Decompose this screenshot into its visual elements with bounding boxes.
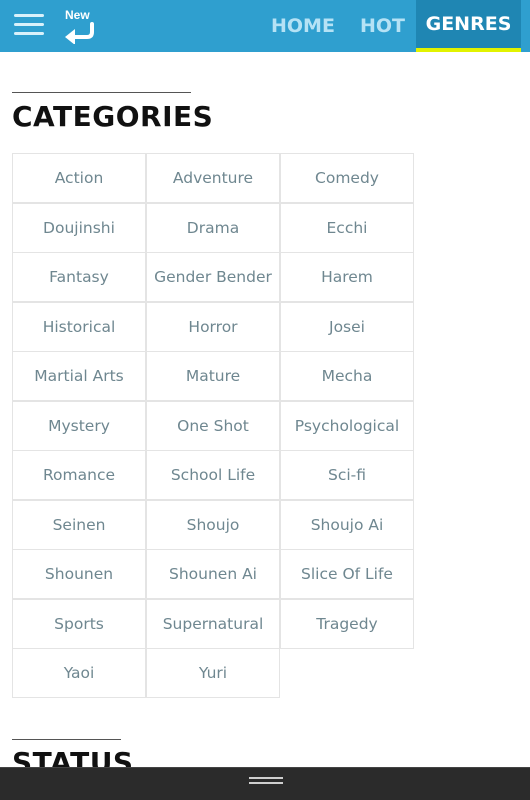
category-link[interactable]: Fantasy — [12, 252, 146, 302]
bottom-bar — [0, 767, 530, 800]
category-link[interactable]: Doujinshi — [12, 202, 146, 253]
hamburger-menu-icon[interactable] — [14, 12, 44, 38]
category-link[interactable]: Shounen — [12, 549, 146, 599]
category-link[interactable]: Mecha — [280, 351, 414, 401]
category-link[interactable]: Comedy — [280, 153, 414, 203]
category-link[interactable]: School Life — [146, 450, 280, 500]
nav-tab-home[interactable]: HOME — [271, 0, 335, 52]
new-button[interactable]: New — [60, 6, 102, 46]
category-link[interactable]: Sci-fi — [280, 450, 414, 500]
category-link[interactable]: Historical — [12, 301, 146, 352]
category-link[interactable]: Martial Arts — [12, 351, 146, 401]
categories-divider — [12, 92, 191, 93]
category-link[interactable]: Action — [12, 153, 146, 203]
category-link[interactable]: Tragedy — [280, 598, 414, 649]
category-link[interactable]: Slice Of Life — [280, 549, 414, 599]
category-link[interactable]: Mystery — [12, 400, 146, 451]
category-link[interactable]: Sports — [12, 598, 146, 649]
new-label: New — [65, 8, 90, 22]
categories-title: CATEGORIES — [12, 100, 214, 133]
category-link[interactable]: One Shot — [146, 400, 280, 451]
category-link[interactable]: Psychological — [280, 400, 414, 451]
back-arrow-icon — [65, 22, 94, 44]
nav-tab-genres[interactable]: GENRES — [416, 0, 521, 52]
category-link[interactable]: Romance — [12, 450, 146, 500]
app-header: New HOME HOT GENRES — [0, 0, 530, 52]
category-link[interactable]: Shounen Ai — [146, 549, 280, 599]
category-link[interactable]: Yuri — [146, 648, 280, 698]
status-divider — [12, 739, 121, 740]
category-link[interactable]: Horror — [146, 301, 280, 352]
category-link[interactable]: Drama — [146, 202, 280, 253]
nav-tab-hot[interactable]: HOT — [360, 0, 405, 52]
category-link[interactable]: Supernatural — [146, 598, 280, 649]
category-link[interactable]: Shoujo — [146, 499, 280, 550]
category-link[interactable]: Mature — [146, 351, 280, 401]
category-link[interactable]: Adventure — [146, 153, 280, 203]
category-link[interactable]: Ecchi — [280, 202, 414, 253]
category-link[interactable]: Seinen — [12, 499, 146, 550]
category-link[interactable]: Shoujo Ai — [280, 499, 414, 550]
category-link[interactable]: Yaoi — [12, 648, 146, 698]
category-link[interactable]: Josei — [280, 301, 414, 352]
category-link[interactable]: Harem — [280, 252, 414, 302]
drag-handle-icon[interactable] — [249, 776, 283, 786]
category-link[interactable]: Gender Bender — [146, 252, 280, 302]
